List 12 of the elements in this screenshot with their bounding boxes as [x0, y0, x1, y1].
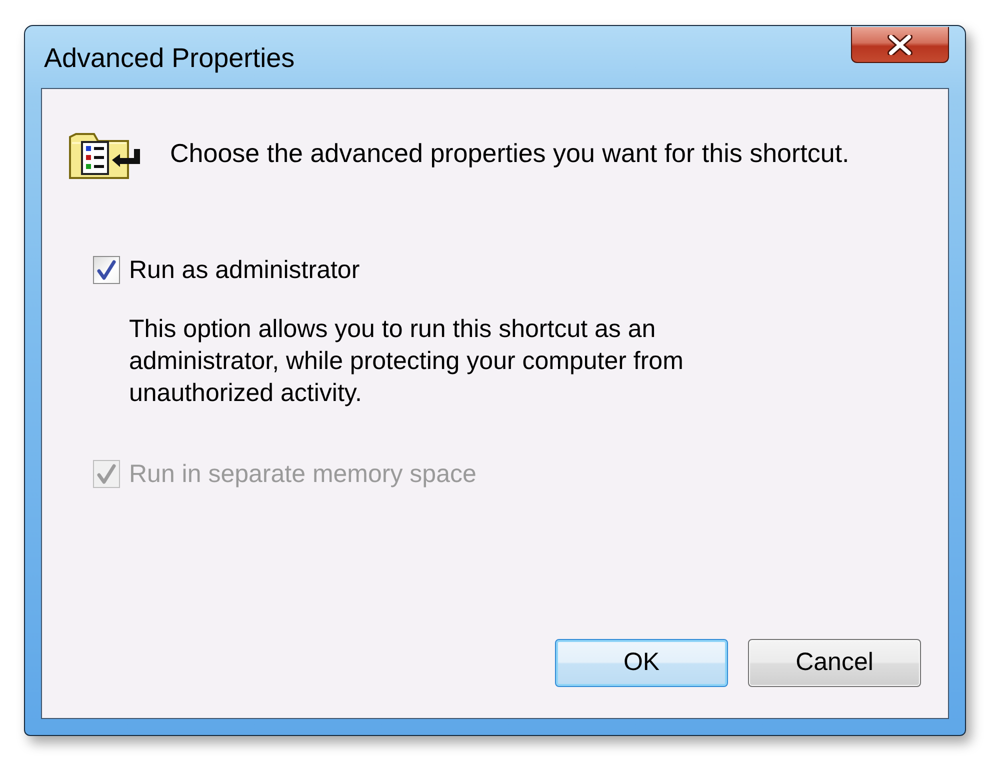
header-text: Choose the advanced properties you want for this shortcut.: [170, 138, 850, 168]
close-button[interactable]: [851, 27, 949, 63]
dialog-button[interactable]: OK: [555, 639, 728, 687]
checkbox[interactable]: [93, 256, 120, 284]
option-description: This option allows you to run this shortcut as an administrator, while protecting your computer from unauthorized activity.: [129, 314, 684, 409]
check-icon: [97, 464, 116, 484]
check-icon: [97, 260, 116, 280]
window-title: Advanced Properties: [43, 43, 295, 73]
close-icon: [887, 34, 913, 54]
dialog-button[interactable]: Cancel: [748, 639, 921, 687]
checkbox-label: Run in separate memory space: [129, 459, 476, 489]
checkbox-label: Run as administrator: [129, 255, 360, 285]
